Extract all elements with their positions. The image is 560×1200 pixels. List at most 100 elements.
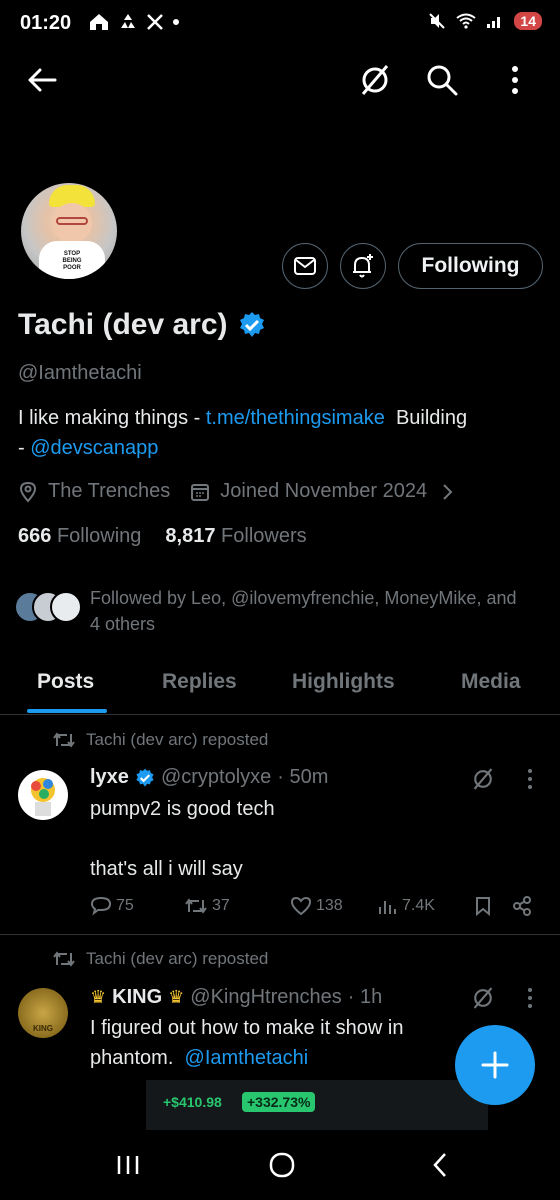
followed-by-text: Followed by Leo, @ilovemyfrenchie, Money… <box>90 588 517 634</box>
x-logo-icon <box>147 14 163 30</box>
bio-text: I like making things - <box>18 407 206 429</box>
post-grok-button[interactable] <box>470 766 496 792</box>
post-embedded-image[interactable]: +$410.98 +332.73% <box>146 1080 488 1130</box>
repost-indicator: Tachi (dev arc) reposted <box>52 949 268 969</box>
views-icon <box>379 901 396 914</box>
repost-indicator: Tachi (dev arc) reposted <box>52 730 268 750</box>
post-text: I figured out how to make it show in pha… <box>90 1013 404 1073</box>
post-author-name[interactable]: lyxe <box>90 766 129 789</box>
crown-icon: ♛ <box>90 987 107 1007</box>
bio-line2-prefix: - <box>18 437 31 459</box>
post-author-avatar[interactable]: KING <box>18 988 68 1038</box>
tab-posts[interactable]: Posts <box>37 670 94 694</box>
bookmark-action[interactable] <box>474 896 512 916</box>
post-divider <box>0 934 560 935</box>
profile-avatar[interactable]: STOP BEING POOR <box>18 180 120 282</box>
recent-apps-button[interactable] <box>108 1148 148 1182</box>
wifi-icon <box>456 13 477 29</box>
post-mention[interactable]: @Iamthetachi <box>185 1047 309 1069</box>
profile-name: Tachi (dev arc) <box>18 308 228 341</box>
repost-icon <box>53 732 75 748</box>
views-action[interactable]: 7.4K <box>378 897 474 915</box>
compose-button[interactable] <box>455 1025 535 1105</box>
followers-stat[interactable]: 8,817 Followers <box>165 525 306 548</box>
share-icon <box>513 896 531 916</box>
profile-handle: @Iamthetachi <box>18 362 142 384</box>
post-actions: 75 37 138 7.4K <box>90 896 535 916</box>
chevron-left-icon <box>433 1153 446 1177</box>
post-author-avatar[interactable] <box>18 770 68 820</box>
back-button[interactable] <box>24 62 60 98</box>
like-action[interactable]: 138 <box>290 896 378 916</box>
post-more-button[interactable] <box>522 985 538 1011</box>
post-time: · 1h <box>347 986 383 1008</box>
post-author-handle[interactable]: @KingHtrenches <box>190 986 341 1009</box>
message-button[interactable] <box>282 243 328 289</box>
grok-icon <box>473 987 493 1009</box>
back-arrow-icon <box>28 68 57 92</box>
bio-mention[interactable]: @devscanapp <box>30 437 158 459</box>
home-icon <box>90 14 108 30</box>
mail-icon <box>294 257 316 275</box>
repost-label: Tachi (dev arc) reposted <box>86 949 269 968</box>
tab-highlights[interactable]: Highlights <box>292 670 395 694</box>
profile-bio: I like making things - t.me/thethingsima… <box>18 403 538 463</box>
following-stat[interactable]: 666 Following <box>18 525 141 548</box>
home-circle-icon <box>269 1152 295 1178</box>
active-tab-indicator <box>27 709 107 713</box>
notifications-button[interactable] <box>340 243 386 289</box>
post-author-name[interactable]: KING <box>112 986 162 1009</box>
grok-icon <box>361 65 389 95</box>
avatar-glasses <box>56 217 88 225</box>
post-more-button[interactable] <box>522 766 538 792</box>
verified-badge-icon[interactable] <box>238 311 266 339</box>
grok-button[interactable] <box>355 60 395 100</box>
status-notification-icons <box>88 12 180 32</box>
more-options-button[interactable] <box>500 60 530 100</box>
post-line: I figured out how to make it show in <box>90 1017 404 1039</box>
post-author-handle[interactable]: @cryptolyxe <box>161 766 271 789</box>
profile-name-row: Tachi (dev arc) <box>18 308 266 342</box>
profile-tabs: Posts Replies Highlights Media <box>0 660 560 715</box>
vertical-dots-icon <box>512 66 518 94</box>
embed-percent: +332.73% <box>242 1092 316 1112</box>
location-pin-icon <box>19 481 37 503</box>
post-header: lyxe @cryptolyxe · 50m <box>90 766 328 789</box>
post-grok-button[interactable] <box>470 985 496 1011</box>
followers-count: 8,817 <box>165 525 216 547</box>
search-button[interactable] <box>422 60 462 100</box>
calendar-icon <box>191 483 210 501</box>
follower-avatar <box>50 591 82 623</box>
share-action[interactable] <box>512 896 532 916</box>
profile-joined: Joined November 2024 <box>220 480 428 502</box>
crown-icon: ♛ <box>168 987 185 1007</box>
followed-by[interactable]: Followed by Leo, @ilovemyfrenchie, Money… <box>14 585 534 637</box>
reply-icon <box>90 896 112 916</box>
tab-replies[interactable]: Replies <box>162 670 237 694</box>
post-line: pumpv2 is good tech <box>90 798 275 820</box>
bio-after: Building <box>384 407 468 429</box>
back-nav-button[interactable] <box>420 1147 460 1183</box>
repost-action[interactable]: 37 <box>184 897 290 915</box>
followed-by-avatars <box>14 591 84 625</box>
chevron-right-icon[interactable] <box>441 483 455 501</box>
status-system-icons: 14 <box>428 12 542 30</box>
following-button[interactable]: Following <box>398 243 543 289</box>
avatar-shirt-text: STOP BEING POOR <box>62 251 82 271</box>
signal-icon <box>487 17 501 28</box>
repost-count: 37 <box>212 897 230 914</box>
post-time: · 50m <box>277 766 329 788</box>
vertical-dots-icon <box>528 988 532 1008</box>
bio-link[interactable]: t.me/thethingsimake <box>206 407 385 429</box>
profile-stats: 666 Following 8,817 Followers <box>18 525 307 548</box>
home-nav-button[interactable] <box>262 1147 302 1183</box>
reply-action[interactable]: 75 <box>90 896 184 916</box>
recent-apps-icon <box>117 1156 139 1174</box>
tab-media[interactable]: Media <box>461 670 521 694</box>
plus-icon <box>481 1051 509 1079</box>
dot-icon <box>173 19 179 25</box>
post-header: ♛ KING ♛ @KingHtrenches · 1h <box>90 986 382 1009</box>
embed-value: +$410.98 <box>163 1094 222 1110</box>
avatar-text: KING <box>33 1024 53 1033</box>
grok-icon <box>473 768 493 790</box>
